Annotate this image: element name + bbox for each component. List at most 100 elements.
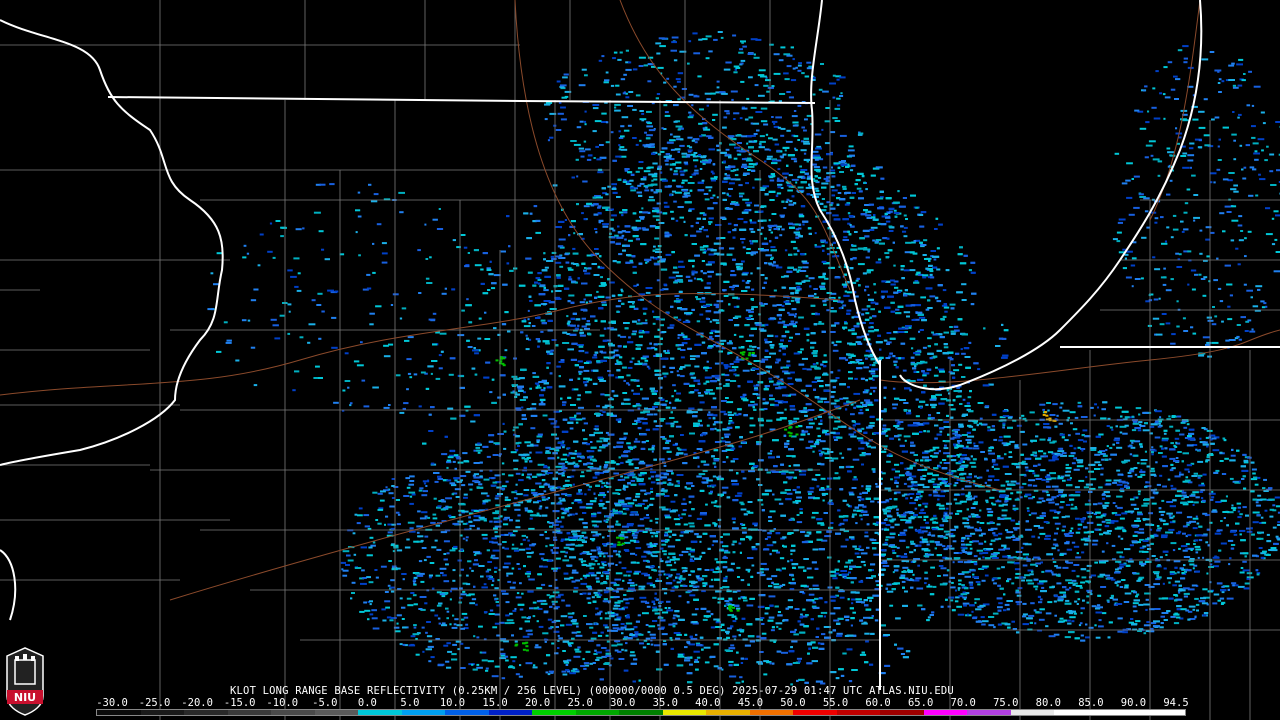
echo-pixel <box>641 207 644 210</box>
echo-pixel <box>852 611 856 614</box>
echo-pixel <box>555 261 562 264</box>
echo-pixel <box>779 557 785 560</box>
echo-pixel <box>765 133 769 136</box>
echo-pixel <box>680 375 685 378</box>
echo-pixel <box>808 422 815 425</box>
echo-pixel <box>822 166 828 169</box>
echo-pixel <box>746 142 749 145</box>
echo-pixel <box>512 390 515 393</box>
echo-pixel <box>830 331 836 333</box>
echo-pixel <box>889 536 895 539</box>
echo-pixel <box>790 299 795 302</box>
echo-pixel <box>869 322 874 325</box>
echo-pixel <box>680 356 685 359</box>
echo-pixel <box>788 465 791 467</box>
echo-pixel <box>943 346 949 349</box>
echo-pixel <box>632 458 640 461</box>
echo-pixel <box>835 340 842 343</box>
echo-pixel <box>708 217 714 220</box>
echo-pixel <box>637 184 642 187</box>
echo-pixel <box>931 406 936 409</box>
echo-pixel <box>746 510 751 513</box>
echo-pixel <box>631 534 638 537</box>
echo-pixel <box>652 620 658 622</box>
echo-pixel <box>665 253 672 256</box>
echo-pixel <box>854 377 858 380</box>
echo-pixel <box>734 146 741 149</box>
echo-pixel <box>848 491 854 494</box>
echo-pixel <box>741 279 745 282</box>
echo-pixel <box>777 611 781 613</box>
echo-pixel <box>895 308 900 311</box>
echo-pixel <box>909 451 915 454</box>
echo-pixel <box>725 379 730 382</box>
echo-pixel <box>600 276 603 279</box>
echo-pixel <box>653 644 661 647</box>
echo-pixel <box>683 338 691 340</box>
echo-pixel <box>831 189 838 192</box>
echo-pixel <box>889 604 894 607</box>
echo-pixel <box>823 401 830 404</box>
echo-pixel <box>566 315 569 318</box>
echo-pixel <box>903 311 911 314</box>
echo-pixel <box>832 349 839 352</box>
echo-pixel <box>525 334 528 337</box>
echo-pixel <box>562 453 567 456</box>
echo-pixel <box>577 406 584 409</box>
echo-pixel <box>657 153 662 156</box>
echo-pixel <box>583 422 588 425</box>
echo-pixel <box>860 518 863 521</box>
echo-pixel <box>536 435 543 438</box>
echo-pixel <box>928 531 931 534</box>
echo-pixel <box>817 322 825 325</box>
echo-pixel <box>527 473 532 476</box>
echo-pixel <box>689 525 695 528</box>
echo-pixel <box>845 561 851 564</box>
echo-pixel <box>749 431 754 434</box>
echo-pixel <box>771 213 777 215</box>
echo-pixel <box>633 440 641 443</box>
echo-pixel <box>918 330 921 333</box>
echo-pixel <box>599 380 607 382</box>
echo-pixel <box>863 366 870 369</box>
echo-pixel <box>632 265 637 268</box>
echo-pixel <box>799 270 807 272</box>
echo-pixel <box>626 442 631 445</box>
echo-pixel <box>545 342 550 345</box>
echo-pixel <box>672 384 676 387</box>
echo-pixel <box>943 421 949 423</box>
echo-pixel <box>596 440 603 443</box>
echo-pixel <box>773 583 780 586</box>
echo-pixel <box>759 574 766 577</box>
echo-pixel <box>885 434 889 437</box>
echo-pixel <box>799 171 806 174</box>
echo-pixel <box>581 212 584 215</box>
echo-pixel <box>724 374 730 377</box>
echo-pixel <box>612 229 616 232</box>
echo-pixel <box>543 289 549 292</box>
echo-pixel <box>763 303 768 305</box>
echo-pixel <box>823 615 826 618</box>
echo-pixel <box>772 493 775 496</box>
echo-pixel <box>846 291 853 294</box>
echo-pixel <box>796 301 800 304</box>
echo-pixel <box>633 536 638 539</box>
echo-pixel <box>953 369 960 372</box>
echo-pixel <box>777 168 781 171</box>
echo-pixel <box>799 438 804 441</box>
echo-pixel <box>801 260 808 263</box>
echo-pixel <box>572 247 576 250</box>
echo-pixel <box>894 463 900 466</box>
echo-pixel <box>870 372 876 375</box>
echo-pixel <box>749 417 754 420</box>
echo-pixel <box>761 632 767 635</box>
echo-pixel <box>795 181 798 184</box>
echo-pixel <box>857 496 862 499</box>
echo-pixel <box>801 357 808 360</box>
echo-pixel <box>676 370 679 373</box>
echo-pixel <box>620 623 625 625</box>
echo-pixel <box>808 409 815 411</box>
echo-pixel <box>578 370 583 373</box>
echo-pixel <box>644 189 650 192</box>
echo-pixel <box>699 227 703 230</box>
